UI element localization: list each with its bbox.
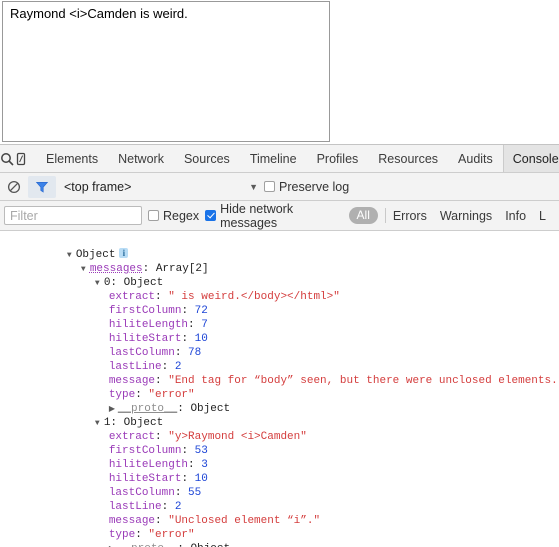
hide-network-messages-toggle[interactable]: Hide network messages [205,202,343,230]
property-value: 3 [201,459,208,471]
regex-checkbox[interactable] [148,210,159,221]
property-key: hiliteStart [109,333,182,345]
tab-audits[interactable]: Audits [448,145,503,172]
level-filter-errors[interactable]: Errors [393,209,427,223]
disclosure-triangle-open-icon[interactable] [67,249,76,263]
tab-timeline[interactable]: Timeline [240,145,307,172]
messages-key: messages [90,263,143,275]
property-key: extract [109,291,155,303]
page-content-text: Raymond <i>Camden is weird. [10,6,188,22]
console-output[interactable]: Objecti messages: Array[2] 0: Object ext… [0,231,559,547]
regex-toggle[interactable]: Regex [148,209,199,223]
property-value: 78 [188,347,201,359]
info-badge-icon: i [119,248,128,258]
disclosure-triangle-open-icon[interactable] [95,277,104,291]
tab-console[interactable]: Console [503,145,559,172]
property-key: lastColumn [109,487,175,499]
property-value: 10 [195,333,208,345]
colon-separator: : [143,263,156,275]
property-key: message [109,375,155,387]
console-root-row[interactable]: Objecti [0,234,559,248]
property-key: lastLine [109,501,162,513]
regex-label: Regex [163,209,199,223]
devtools-tabs: Elements Network Sources Timeline Profil… [36,145,559,172]
proto-key: __proto__ [118,543,177,547]
array-item-label: 1: Object [104,417,163,429]
disclosure-triangle-open-icon[interactable] [81,263,90,277]
search-icon[interactable] [0,145,14,172]
property-key: extract [109,431,155,443]
disclosure-triangle-closed-icon[interactable] [109,543,118,547]
property-value: "Unclosed element “i”." [168,515,320,527]
property-value: 7 [201,319,208,331]
preserve-log-toggle[interactable]: Preserve log [264,180,349,194]
property-key: type [109,389,135,401]
property-key: type [109,529,135,541]
disclosure-triangle-open-icon[interactable] [95,417,104,431]
device-toolbar-icon[interactable] [14,145,28,172]
property-value: 10 [195,473,208,485]
filter-input[interactable] [4,206,142,225]
clear-console-icon[interactable] [0,176,28,198]
devtools-subbar: <top frame> ▼ Preserve log [0,173,559,201]
proto-key: __proto__ [118,403,177,415]
property-key: lastLine [109,361,162,373]
tab-elements[interactable]: Elements [36,145,108,172]
chevron-down-icon: ▼ [249,182,258,192]
devtools-tabbar: Elements Network Sources Timeline Profil… [0,145,559,173]
preserve-log-checkbox[interactable] [264,181,275,192]
devtools-panel: Elements Network Sources Timeline Profil… [0,144,559,547]
proto-value: Object [190,543,230,547]
property-key: firstColumn [109,445,182,457]
property-key: hiliteLength [109,319,188,331]
console-filterbar: Regex Hide network messages All Errors W… [0,201,559,231]
level-filter-info[interactable]: Info [505,209,526,223]
tab-resources[interactable]: Resources [368,145,448,172]
filterbar-divider [385,208,386,223]
frame-selector[interactable]: <top frame> ▼ [64,180,258,194]
property-key: lastColumn [109,347,175,359]
property-key: hiliteStart [109,473,182,485]
property-value: "error" [148,529,194,541]
property-value: 53 [195,445,208,457]
property-value: 55 [188,487,201,499]
tab-network[interactable]: Network [108,145,174,172]
property-value: " is weird.</body></html>" [168,291,340,303]
proto-value: Object [190,403,230,415]
property-key: hiliteLength [109,459,188,471]
level-filter-logs[interactable]: L [539,209,546,223]
page-content-box: Raymond <i>Camden is weird. [2,1,330,142]
property-value: 2 [175,501,182,513]
tab-profiles[interactable]: Profiles [307,145,369,172]
hide-network-messages-checkbox[interactable] [205,210,216,221]
level-filter-warnings[interactable]: Warnings [440,209,492,223]
disclosure-triangle-closed-icon[interactable] [109,403,118,417]
property-value: "End tag for “body” seen, but there were… [168,375,559,387]
property-key: firstColumn [109,305,182,317]
messages-value: Array[2] [156,263,209,275]
tab-sources[interactable]: Sources [174,145,240,172]
filter-funnel-icon[interactable] [28,176,56,198]
preserve-log-label: Preserve log [279,180,349,194]
page-render-area: Raymond <i>Camden is weird. [0,0,559,144]
level-filter-all[interactable]: All [349,207,378,224]
frame-selector-value: <top frame> [64,180,131,194]
console-root-label: Object [76,249,116,261]
property-value: "error" [148,389,194,401]
property-value: "y>Raymond <i>Camden" [168,431,307,443]
hide-network-messages-label: Hide network messages [220,202,343,230]
screenshot-root: Raymond <i>Camden is weird. Elements Net… [0,0,559,547]
array-item-label: 0: Object [104,277,163,289]
property-value: 72 [195,305,208,317]
property-key: message [109,515,155,527]
property-value: 2 [175,361,182,373]
